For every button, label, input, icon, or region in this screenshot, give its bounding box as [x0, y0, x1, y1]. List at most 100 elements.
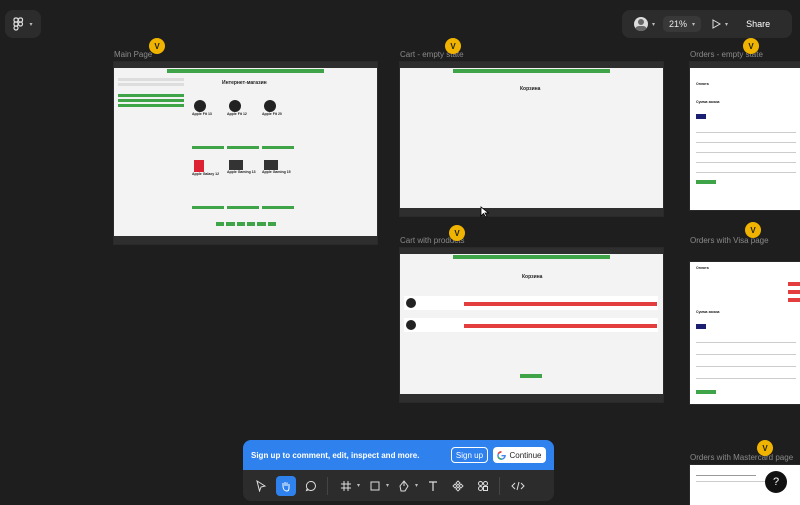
hash-frame-icon — [341, 480, 351, 491]
mouse-cursor-icon — [480, 206, 490, 218]
frame-cart-products[interactable]: Корзина — [400, 248, 663, 402]
checkout-button — [520, 374, 542, 378]
zoom-level: 21% — [669, 19, 688, 29]
pay-button — [696, 390, 716, 394]
frame-orders-visa[interactable]: Оплата Сумма заказа — [690, 262, 800, 404]
product-name: Apple Galaxy 12 — [192, 172, 220, 176]
comment-badge[interactable]: V — [745, 222, 761, 238]
comment-bubble-icon — [305, 480, 316, 491]
main-menu-button[interactable]: ▾ — [5, 10, 41, 38]
site-nav — [400, 248, 663, 254]
chevron-down-icon[interactable]: ▾ — [357, 482, 360, 489]
plugins-icon — [478, 480, 489, 491]
comment-badge[interactable]: V — [445, 38, 461, 54]
divider — [499, 476, 501, 495]
orders-title: Оплата — [696, 82, 709, 86]
cursor-arrow-icon — [256, 479, 267, 492]
help-button[interactable]: ? — [765, 471, 787, 493]
signup-button[interactable]: Sign up — [451, 447, 488, 463]
sidebar-filters — [118, 78, 184, 118]
chevron-down-icon[interactable]: ▾ — [386, 482, 389, 489]
pen-tool[interactable] — [394, 476, 414, 496]
remove-button — [788, 298, 800, 302]
site-nav — [114, 62, 377, 68]
site-footer — [400, 208, 663, 216]
page-title: Интернет-магазин — [222, 80, 267, 86]
product-name: Apple Gaming 15 — [262, 170, 291, 174]
form-line — [696, 142, 796, 143]
hand-tool[interactable] — [276, 475, 296, 496]
bottom-toolbar: ▾ ▾ ▾ — [243, 470, 554, 501]
form-line — [696, 354, 796, 355]
product-name: Apple Fit 12 — [227, 112, 247, 116]
product-name: Apple Gaming 13 — [227, 170, 256, 174]
site-banner — [452, 255, 611, 259]
zoom-dropdown[interactable]: 21% ▾ — [663, 16, 702, 32]
chevron-down-icon: ▾ — [725, 21, 729, 28]
text-tool[interactable] — [423, 476, 443, 496]
form-line — [696, 378, 796, 379]
frame-cart-empty[interactable]: Корзина — [400, 62, 663, 216]
form-line — [696, 132, 796, 133]
chevron-down-icon[interactable]: ▾ — [415, 482, 418, 489]
hand-icon — [282, 481, 290, 492]
form-line — [696, 172, 796, 173]
frame-label-orders-visa[interactable]: Orders with Visa page — [690, 236, 769, 245]
form-line — [696, 481, 776, 482]
google-icon — [497, 450, 507, 460]
frame-label-orders-mastercard[interactable]: Orders with Mastercard page — [690, 453, 793, 462]
share-button[interactable]: Share — [740, 16, 776, 32]
signup-text: Sign up to comment, edit, inspect and mo… — [251, 450, 420, 460]
rectangle-icon — [370, 481, 380, 490]
cart-title: Корзина — [520, 86, 541, 92]
form-line — [696, 152, 796, 153]
code-icon — [511, 481, 525, 490]
components-icon — [452, 479, 464, 492]
resources-tool[interactable] — [448, 476, 468, 496]
product-name: Apple Fit 20 — [262, 112, 282, 116]
move-tool[interactable] — [251, 476, 271, 496]
continue-label: Continue — [509, 450, 542, 460]
continue-with-google-button[interactable]: Continue — [493, 447, 546, 463]
figma-logo-icon — [13, 17, 24, 31]
play-icon — [712, 19, 722, 29]
frame-tool[interactable] — [336, 476, 356, 496]
site-footer — [400, 394, 663, 402]
comment-badge[interactable]: V — [743, 38, 759, 54]
user-menu[interactable]: ▾ — [634, 17, 655, 31]
divider — [327, 476, 328, 495]
remove-button — [788, 290, 800, 294]
plugins-tool[interactable] — [473, 476, 493, 496]
frame-main-page[interactable]: Интернет-магазин Apple Fit 13 Apple Fit … — [114, 62, 377, 244]
design-canvas[interactable]: Main Page Cart - empty state Orders - em… — [0, 0, 800, 505]
text-icon — [429, 480, 438, 491]
site-nav — [400, 62, 663, 68]
comment-badge[interactable]: V — [449, 225, 465, 241]
avatar — [634, 17, 648, 31]
visa-logo — [696, 324, 706, 329]
frame-label-main-page[interactable]: Main Page — [114, 50, 152, 59]
product-grid: Apple Fit 13 Apple Fit 12 Apple Fit 20 A… — [192, 100, 296, 228]
form-line — [696, 342, 796, 343]
dev-mode-tool[interactable] — [508, 476, 528, 496]
rectangle-tool[interactable] — [365, 476, 385, 496]
pen-icon — [399, 479, 409, 491]
site-footer — [114, 236, 377, 244]
chevron-down-icon: ▾ — [29, 21, 33, 28]
orders-title: Оплата — [696, 266, 709, 270]
form-line — [696, 162, 796, 163]
remove-button — [464, 302, 657, 306]
comment-badge[interactable]: V — [149, 38, 165, 54]
orders-subtitle: Сумма заказа — [696, 100, 720, 104]
form-line — [696, 475, 756, 476]
present-button[interactable]: ▾ — [711, 19, 728, 29]
comment-badge[interactable]: V — [757, 440, 773, 456]
site-banner — [452, 69, 611, 73]
chevron-down-icon: ▾ — [652, 21, 656, 28]
top-right-toolbar: ▾ 21% ▾ ▾ Share — [622, 10, 792, 38]
remove-button — [788, 282, 800, 286]
frame-orders-empty[interactable]: Оплата Сумма заказа — [690, 62, 800, 210]
comment-tool[interactable] — [301, 476, 321, 496]
form-line — [696, 366, 796, 367]
orders-subtitle: Сумма заказа — [696, 310, 720, 314]
